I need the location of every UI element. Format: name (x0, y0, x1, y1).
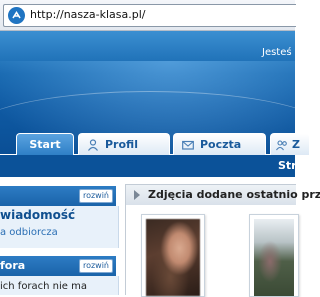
tab-label: Z (292, 138, 300, 151)
forums-box: ich forach nie ma (0, 276, 119, 295)
box-title: fora (0, 259, 26, 272)
messages-box: wiadomość a odbiorcza (0, 206, 119, 248)
inbox-link[interactable]: a odbiorcza (0, 227, 58, 238)
new-message-link[interactable]: wiadomość (0, 208, 75, 222)
tab-label: Poczta (200, 138, 242, 151)
tab-start[interactable]: Start (16, 133, 74, 155)
forums-box-header: fora rozwiń (0, 256, 116, 276)
nasza-klasa-logo-icon (8, 7, 25, 24)
tab-profil[interactable]: Profil (78, 133, 170, 155)
tab-poczta[interactable]: Poczta (173, 133, 266, 155)
person-icon (87, 138, 99, 151)
envelope-icon (182, 139, 194, 151)
forums-text: ich forach nie ma (0, 281, 88, 292)
url-text: http://nasza-klasa.pl/ (30, 8, 146, 21)
divider (0, 177, 295, 181)
photo-thumbnail[interactable] (141, 214, 205, 297)
url-input[interactable]: http://nasza-klasa.pl/ (3, 4, 296, 27)
messages-box-header: rozwiń (0, 186, 116, 206)
navbar-link[interactable]: Stro (278, 159, 304, 172)
tab-label: Profil (105, 138, 138, 151)
people-icon (276, 139, 288, 151)
recent-photos-header: Zdjęcia dodane ostatnio przez (125, 184, 320, 205)
browser-address-bar: http://nasza-klasa.pl/ (0, 0, 296, 31)
tab-znajomi[interactable]: Z (270, 133, 310, 155)
sub-navbar: Stro (0, 155, 304, 177)
recent-photos-title: Zdjęcia dodane ostatnio przez (148, 188, 320, 201)
photo-image (254, 219, 294, 296)
user-status-text: Jesteś (262, 47, 292, 58)
expand-button[interactable]: rozwiń (78, 259, 113, 273)
expand-button[interactable]: rozwiń (78, 189, 113, 203)
photo-image (146, 219, 200, 296)
tab-label: Start (29, 138, 61, 151)
photo-thumbnail[interactable] (249, 214, 299, 297)
arrow-right-icon (134, 190, 140, 200)
